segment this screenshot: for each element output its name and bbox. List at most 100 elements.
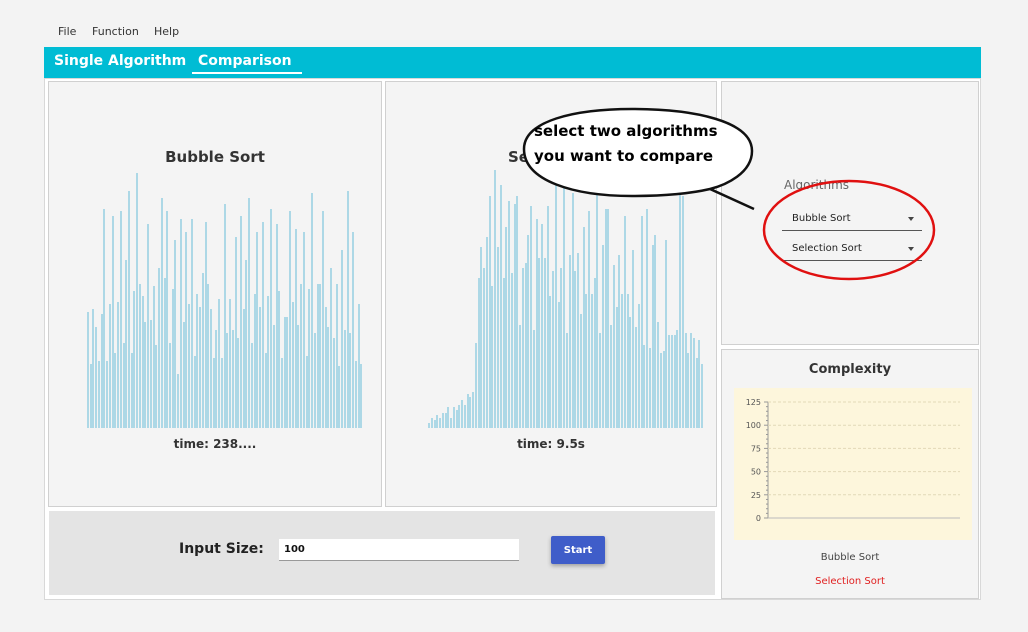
value-bar: [474, 342, 477, 428]
value-bar: [155, 345, 158, 428]
value-bar: [461, 399, 464, 428]
value-bar: [204, 221, 207, 428]
value-bar: [281, 358, 284, 428]
value-bar: [188, 304, 191, 428]
value-bar: [494, 170, 497, 428]
value-bar: [196, 293, 199, 428]
value-bar: [430, 417, 433, 428]
value-bar: [267, 296, 270, 428]
value-bar: [311, 193, 314, 428]
menu-bar: File Function Help: [44, 22, 981, 39]
value-bar: [450, 417, 453, 428]
value-bar: [676, 329, 679, 428]
complexity-chart-svg: 0 25 50 75 100 125: [746, 398, 960, 523]
value-bar: [692, 337, 695, 428]
value-bar: [469, 397, 472, 428]
value-bar: [308, 288, 311, 428]
value-bar: [201, 273, 204, 428]
tab-comparison[interactable]: Comparison: [192, 53, 302, 74]
legend-bubble-sort: Bubble Sort: [820, 552, 880, 563]
value-bar: [354, 360, 357, 428]
y-tick-label: 0: [756, 514, 761, 523]
value-bar: [596, 193, 599, 428]
menu-function[interactable]: Function: [92, 25, 139, 38]
y-tick-label: 75: [751, 444, 761, 453]
value-bar: [590, 293, 593, 428]
value-bar: [646, 208, 649, 428]
menu-help[interactable]: Help: [154, 25, 179, 38]
complexity-chart: 0 25 50 75 100 125: [734, 388, 972, 540]
value-bar: [313, 332, 316, 428]
value-bar: [568, 255, 571, 428]
value-bar: [521, 268, 524, 428]
callout-line-1: select two algorithms: [534, 122, 718, 140]
menu-file[interactable]: File: [58, 25, 76, 38]
value-bar: [275, 224, 278, 428]
value-bar: [97, 360, 100, 428]
value-bar: [444, 412, 447, 428]
value-bar: [497, 247, 499, 428]
value-bar: [259, 306, 262, 428]
value-bar: [695, 358, 698, 428]
tab-bar: Single Algorithm Comparison: [44, 47, 981, 78]
value-bar: [648, 348, 651, 428]
value-bar: [543, 257, 546, 428]
time-label: time: 9.5s: [517, 437, 585, 451]
value-bar: [441, 412, 444, 428]
value-bar: [582, 226, 585, 428]
legend-selection-sort: Selection Sort: [815, 576, 885, 587]
value-bar: [535, 219, 538, 428]
value-bar: [632, 249, 635, 428]
value-bar: [272, 324, 275, 428]
value-bar: [604, 208, 607, 428]
value-bar: [209, 309, 212, 428]
value-bar: [95, 327, 98, 428]
value-bar: [554, 185, 557, 428]
value-bar: [508, 200, 511, 428]
value-bar: [250, 342, 253, 428]
value-bar: [588, 211, 591, 428]
value-bar: [637, 304, 640, 428]
value-bar: [629, 317, 632, 428]
value-bar: [563, 182, 566, 428]
value-bar: [174, 239, 177, 428]
value-bar: [199, 306, 202, 428]
value-bar: [483, 268, 486, 428]
value-bar: [111, 216, 114, 428]
value-bar: [684, 332, 687, 428]
value-bar: [302, 231, 305, 428]
start-button[interactable]: Start: [551, 536, 605, 564]
value-bar: [253, 293, 256, 428]
value-bar: [463, 404, 466, 428]
visualizer-bubble-sort: Bubble Sort time: 238....: [48, 81, 382, 507]
value-bar: [560, 268, 563, 428]
value-bar: [552, 270, 555, 428]
value-bar: [245, 260, 248, 428]
value-bar: [343, 329, 346, 428]
input-size-field[interactable]: [279, 539, 519, 561]
value-bar: [577, 252, 580, 428]
value-bar: [612, 265, 615, 428]
complexity-title: Complexity: [808, 362, 892, 377]
value-bar: [557, 301, 560, 428]
value-bar: [566, 332, 568, 428]
value-bar: [212, 358, 215, 428]
value-bar: [324, 306, 327, 428]
bars-chart: [87, 170, 363, 428]
value-bar: [103, 208, 106, 428]
value-bar: [466, 394, 469, 428]
value-bar: [659, 353, 662, 428]
value-bar: [455, 409, 458, 428]
value-bar: [87, 311, 89, 428]
value-bar: [615, 306, 618, 428]
value-bar: [607, 208, 610, 428]
value-bar: [242, 309, 245, 428]
value-bar: [231, 329, 234, 428]
value-bar: [698, 340, 701, 428]
value-bar: [436, 415, 439, 428]
value-bar: [477, 278, 480, 428]
tab-single-algorithm[interactable]: Single Algorithm: [54, 53, 186, 69]
value-bar: [127, 190, 130, 428]
value-bar: [352, 231, 355, 428]
value-bar: [618, 255, 621, 428]
